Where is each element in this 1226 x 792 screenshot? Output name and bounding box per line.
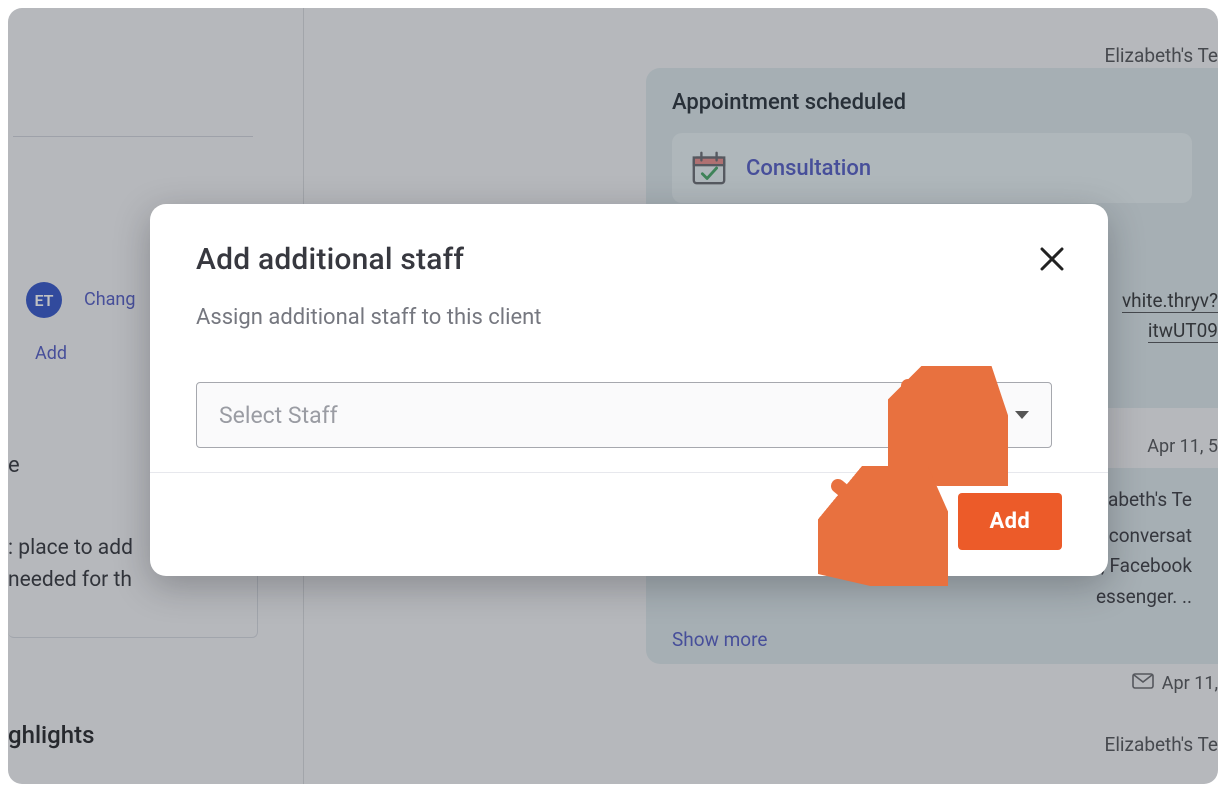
modal-divider xyxy=(150,472,1108,473)
modal-actions: Cancel Add xyxy=(196,493,1062,550)
close-icon xyxy=(1039,245,1065,280)
modal-title: Add additional staff xyxy=(196,242,1062,277)
cancel-button[interactable]: Cancel xyxy=(850,499,928,544)
select-staff-dropdown[interactable]: Select Staff xyxy=(196,382,1052,448)
close-button[interactable] xyxy=(1032,242,1072,282)
select-placeholder: Select Staff xyxy=(219,402,338,429)
add-button[interactable]: Add xyxy=(958,493,1062,550)
app-stage: ET Chang Add e : place to add needed for… xyxy=(8,8,1218,784)
chevron-down-icon xyxy=(1015,411,1029,419)
add-staff-modal: Add additional staff Assign additional s… xyxy=(150,204,1108,576)
modal-subtitle: Assign additional staff to this client xyxy=(196,305,1062,330)
